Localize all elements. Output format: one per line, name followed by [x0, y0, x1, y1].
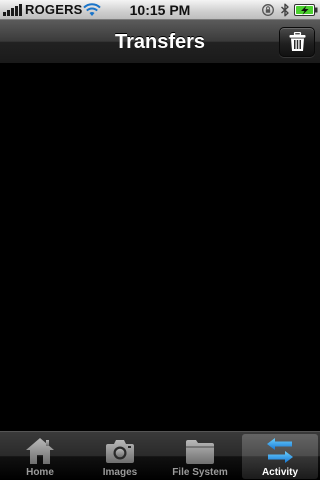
- tab-activity[interactable]: Activity: [242, 434, 318, 479]
- tab-label: Activity: [261, 467, 299, 478]
- trash-icon: [289, 32, 306, 51]
- tab-file-system[interactable]: File System: [162, 434, 238, 479]
- tab-bar: Home Images File System Activity: [0, 431, 320, 480]
- home-icon: [26, 438, 54, 464]
- tab-label: Home: [26, 467, 54, 478]
- app-screen: ROGERS 10:15 PM Transfers Home Images Fi…: [0, 0, 320, 480]
- status-bar: ROGERS 10:15 PM: [0, 0, 320, 20]
- battery-charging-icon: [294, 4, 318, 16]
- tab-label: File System: [172, 467, 228, 478]
- bluetooth-icon: [281, 3, 289, 17]
- tab-home[interactable]: Home: [2, 434, 78, 479]
- tab-label: Images: [102, 467, 138, 478]
- page-title: Transfers: [114, 31, 206, 53]
- navigation-bar: Transfers: [0, 20, 320, 64]
- transfer-arrows-icon: [267, 438, 293, 463]
- transfers-list: [0, 64, 320, 431]
- tab-images[interactable]: Images: [82, 434, 158, 479]
- trash-button[interactable]: [279, 27, 315, 57]
- folder-icon: [186, 440, 214, 464]
- rotation-lock-icon: [262, 4, 274, 16]
- camera-icon: [106, 440, 134, 463]
